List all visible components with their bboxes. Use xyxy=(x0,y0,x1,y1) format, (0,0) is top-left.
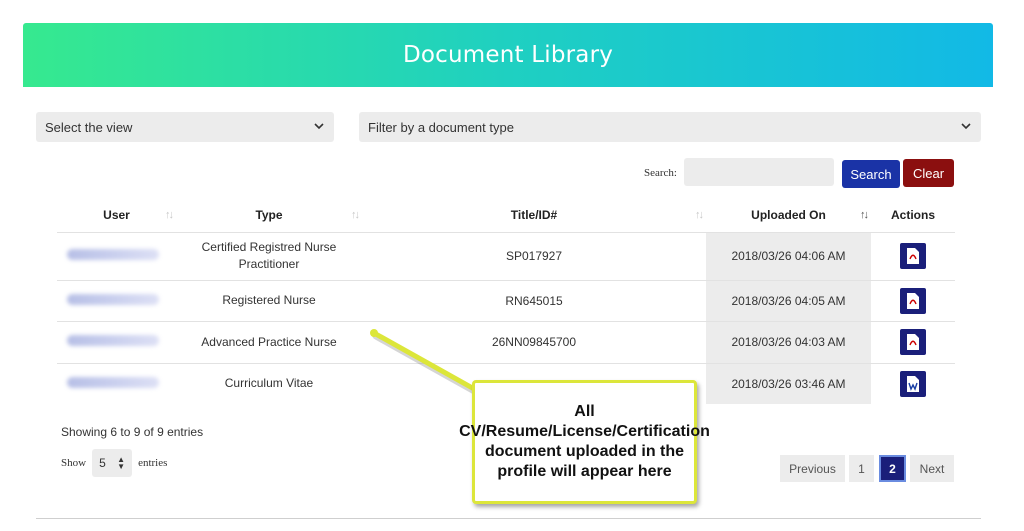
annotation-callout: All CV/Resume/License/Certification docu… xyxy=(459,380,710,504)
callout-text: All CV/Resume/License/Certification docu… xyxy=(459,403,710,480)
callout-pointer-dot xyxy=(370,329,378,337)
